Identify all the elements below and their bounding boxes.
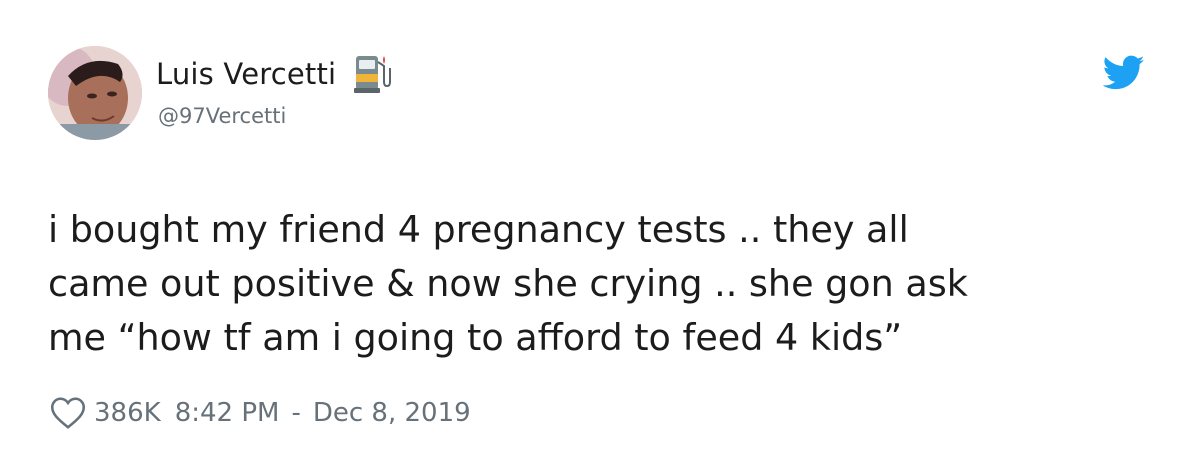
avatar[interactable] [48, 46, 142, 140]
tweet-time[interactable]: 8:42 PM [175, 398, 280, 428]
like-count[interactable]: 386K [94, 398, 161, 428]
tweet-card: Luis Vercetti @97Vercetti i bought my fr… [0, 0, 1200, 473]
tweet-text: i bought my friend 4 pregnancy tests .. … [48, 203, 1158, 365]
tweet-date[interactable]: Dec 8, 2019 [313, 398, 471, 428]
handle[interactable]: @97Vercetti [158, 104, 286, 128]
meta-separator: - [291, 398, 301, 428]
tweet-text-line: came out positive & now she crying .. sh… [48, 262, 968, 305]
tweet-text-line: i bought my friend 4 pregnancy tests .. … [48, 208, 909, 251]
tweet-text-line: me “how tf am i going to afford to feed … [48, 316, 903, 359]
fuel-pump-icon [350, 52, 394, 96]
heart-icon[interactable] [50, 396, 86, 430]
tweet-meta: 386K 8:42 PM - Dec 8, 2019 [50, 393, 471, 433]
display-name[interactable]: Luis Vercetti [156, 57, 336, 91]
author-name-row: Luis Vercetti [156, 54, 394, 94]
twitter-bird-icon[interactable] [1103, 55, 1145, 91]
